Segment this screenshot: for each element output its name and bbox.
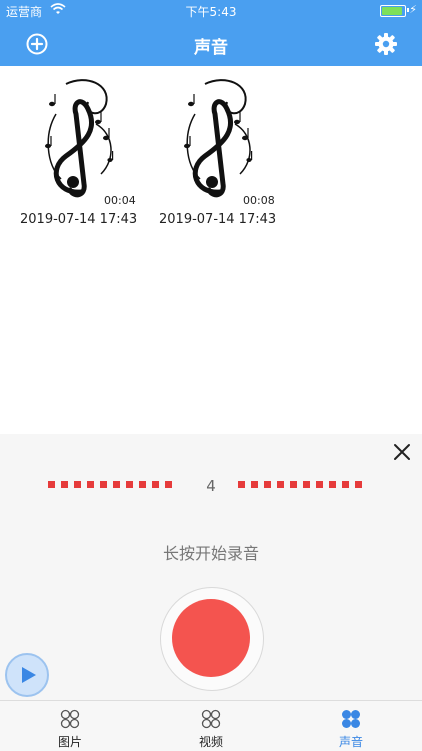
battery-icon: [380, 5, 406, 17]
music-note-thumbnail: [45, 79, 114, 198]
play-button[interactable]: [5, 653, 49, 697]
tab-label: 视频: [198, 735, 223, 749]
tab-label: 声音: [338, 735, 363, 749]
tab-label: 图片: [57, 735, 82, 749]
music-note-thumbnail: [184, 79, 253, 198]
status-bar: 运营商 下午5:43 ⚡: [0, 0, 422, 22]
nav-bar: 声音: [0, 22, 422, 66]
recording-duration: 00:08: [243, 194, 275, 207]
tab-photos[interactable]: 图片: [30, 701, 110, 751]
record-button[interactable]: [172, 599, 250, 677]
page-title: 声音: [194, 38, 228, 58]
level-meter-left: [48, 481, 172, 489]
close-button[interactable]: [392, 442, 412, 462]
four-circles-icon: [201, 709, 221, 729]
close-icon: [394, 444, 410, 460]
gear-icon: [375, 33, 397, 55]
level-meter-right: [238, 481, 362, 489]
recording-counter: 4: [206, 477, 216, 495]
four-circles-icon: [342, 710, 360, 728]
record-hint: 长按开始录音: [162, 544, 259, 563]
charging-icon: ⚡: [409, 3, 417, 16]
four-circles-icon: [60, 709, 80, 729]
tab-bar: 图片 视频 声音: [0, 700, 422, 751]
recording-item[interactable]: 00:08 2019-07-14 17:43: [155, 74, 277, 234]
recording-duration: 00:04: [104, 194, 136, 207]
tab-sounds[interactable]: 声音: [311, 701, 391, 751]
recording-item[interactable]: 00:04 2019-07-14 17:43: [16, 74, 138, 234]
recording-date: 2019-07-14 17:43: [20, 212, 138, 227]
clock: 下午5:43: [185, 5, 237, 19]
tab-videos[interactable]: 视频: [171, 701, 251, 751]
recorder-panel: 4 长按开始录音: [0, 434, 422, 700]
recording-date: 2019-07-14 17:43: [159, 212, 277, 227]
settings-button[interactable]: [374, 32, 398, 56]
recordings-grid: 00:04 2019-07-14 17:43 00:08 2019-07-14 …: [0, 66, 422, 434]
play-icon: [22, 667, 36, 683]
